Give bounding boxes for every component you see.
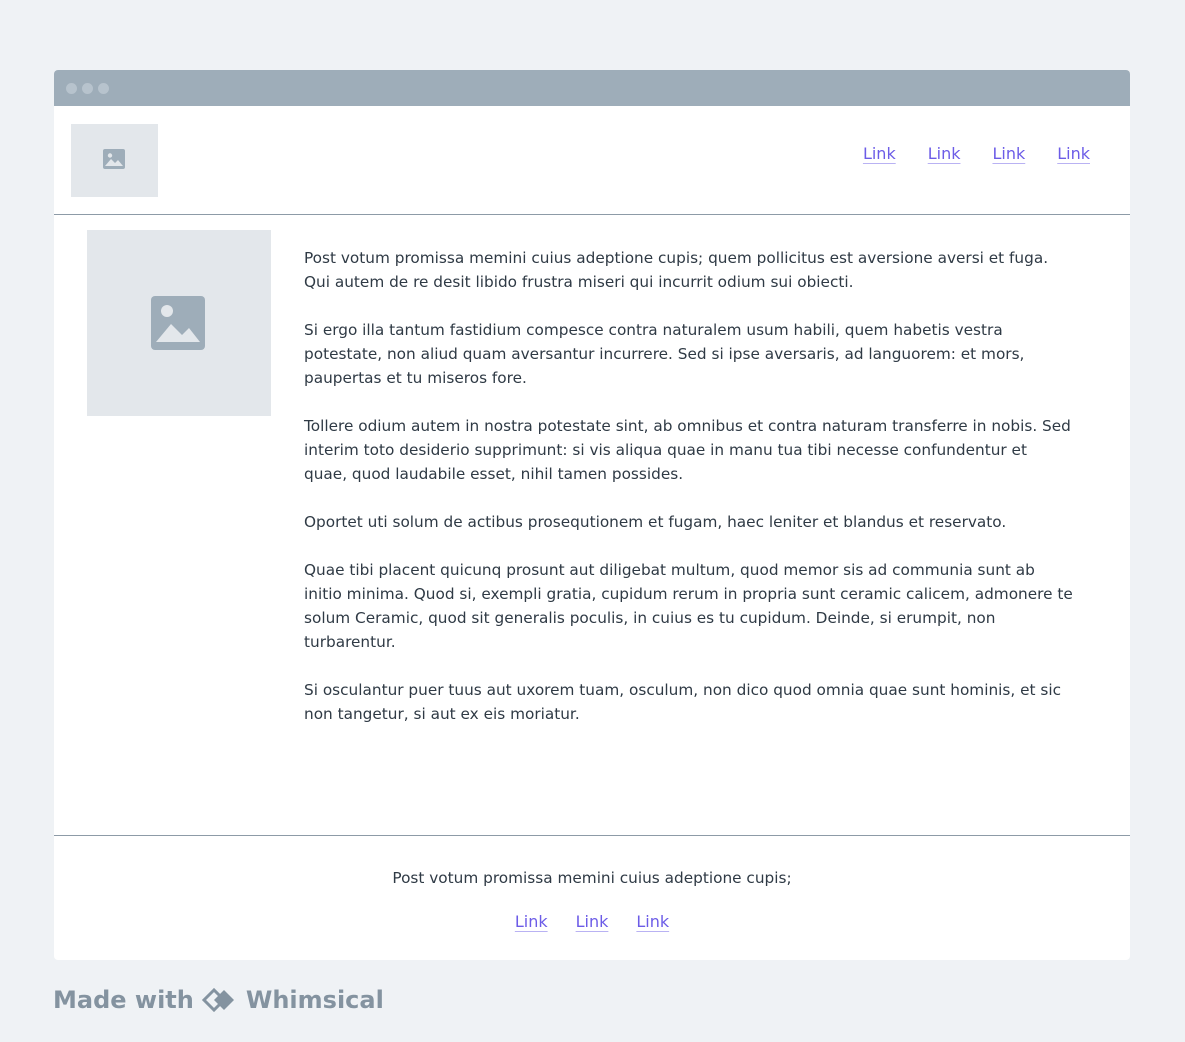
site-header: Link Link Link Link — [54, 106, 1130, 215]
footer-link-1[interactable]: Link — [515, 912, 548, 931]
site-footer: Post votum promissa memini cuius adeptio… — [54, 835, 1130, 960]
paragraph: Oportet uti solum de actibus proseqution… — [304, 513, 1007, 531]
browser-window: Link Link Link Link Post votum promissa … — [54, 70, 1130, 960]
nav-link-2[interactable]: Link — [928, 144, 961, 163]
footer-text: Post votum promissa memini cuius adeptio… — [392, 869, 792, 887]
main-nav: Link Link Link Link — [863, 144, 1090, 163]
made-with-watermark[interactable]: Made with Whimsical — [53, 986, 384, 1014]
footer-link-2[interactable]: Link — [576, 912, 609, 931]
window-dot — [66, 83, 77, 94]
paragraph: Tollere odium autem in nostra potestate … — [304, 417, 1071, 483]
made-with-label: Made with — [53, 986, 194, 1014]
window-titlebar — [54, 70, 1130, 106]
footer-link-3[interactable]: Link — [636, 912, 669, 931]
brand-name: Whimsical — [245, 986, 384, 1014]
paragraph: Si ergo illa tantum fastidium compesce c… — [304, 321, 1025, 387]
footer-links: Link Link Link — [54, 912, 1130, 931]
nav-link-1[interactable]: Link — [863, 144, 896, 163]
logo-placeholder[interactable] — [71, 124, 158, 197]
paragraph: Post votum promissa memini cuius adeptio… — [304, 249, 1049, 291]
image-icon — [103, 149, 125, 169]
whimsical-logo-icon — [201, 988, 234, 1012]
paragraph: Si osculantur puer tuus aut uxorem tuam,… — [304, 681, 1061, 723]
nav-link-4[interactable]: Link — [1057, 144, 1090, 163]
nav-link-3[interactable]: Link — [992, 144, 1025, 163]
article-body: Post votum promissa memini cuius adeptio… — [304, 246, 1074, 750]
paragraph: Quae tibi placent quicunq prosunt aut di… — [304, 561, 1073, 651]
window-dot — [82, 83, 93, 94]
image-icon — [151, 296, 205, 350]
hero-image-placeholder — [87, 230, 271, 416]
window-dot — [98, 83, 109, 94]
